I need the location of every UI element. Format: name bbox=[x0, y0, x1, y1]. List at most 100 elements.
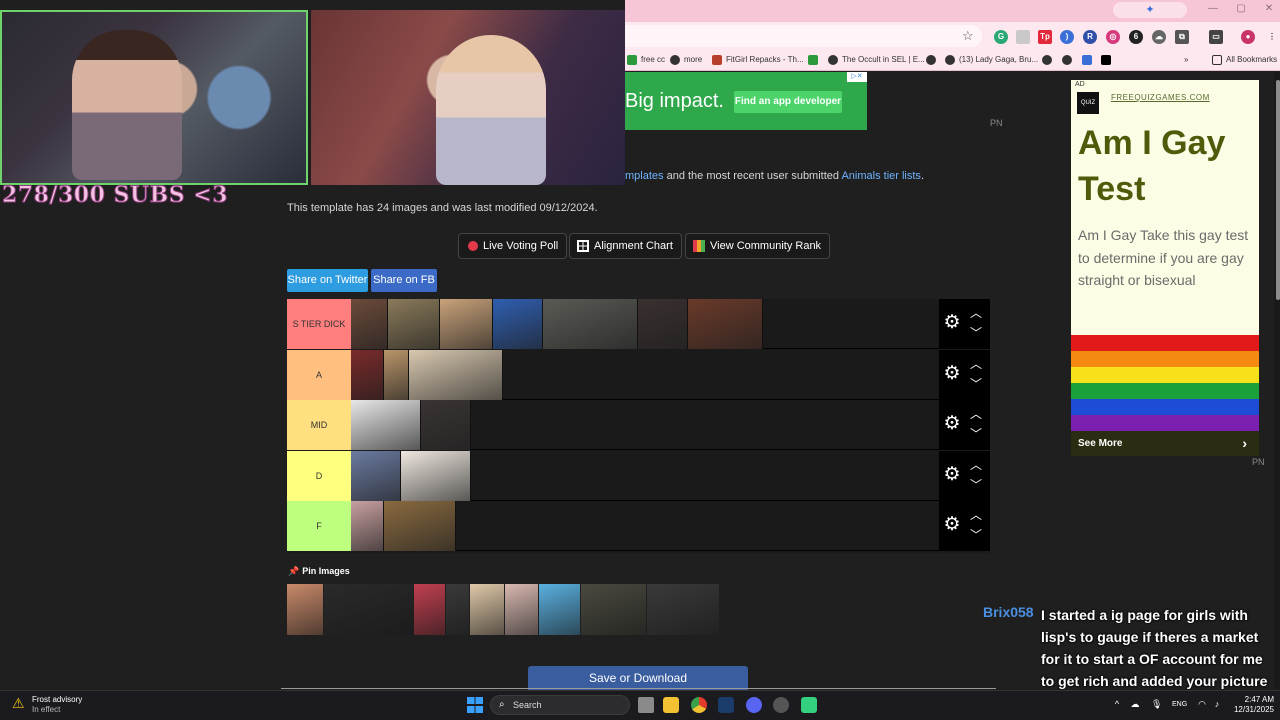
extension-icon[interactable]: G bbox=[994, 30, 1008, 44]
menu-kebab-icon[interactable]: ⋮ bbox=[1265, 30, 1279, 44]
bookmark-item[interactable] bbox=[926, 54, 940, 66]
pin-image[interactable] bbox=[414, 584, 446, 635]
tier-image[interactable] bbox=[493, 299, 543, 349]
tier-image[interactable] bbox=[440, 299, 493, 349]
wifi-icon[interactable]: ◠ bbox=[1197, 699, 1207, 709]
mic-icon[interactable]: 🎙 bbox=[1151, 699, 1162, 709]
chevron-up-icon[interactable]: ︿ bbox=[969, 459, 983, 471]
language-indicator[interactable]: ENG bbox=[1172, 701, 1187, 708]
tab-search-icon[interactable]: ▭ bbox=[1209, 30, 1223, 44]
bookmark-item[interactable] bbox=[808, 54, 822, 66]
tier-image[interactable] bbox=[351, 450, 401, 501]
bookmark-item[interactable]: more bbox=[670, 54, 702, 66]
tier-label[interactable]: F bbox=[287, 501, 351, 552]
pin-image[interactable] bbox=[324, 584, 414, 635]
tier-image[interactable] bbox=[351, 349, 384, 400]
ad-domain[interactable]: FREEQUIZGAMES.COM bbox=[1111, 93, 1210, 102]
extension-icon[interactable]: R bbox=[1083, 30, 1097, 44]
tier-image[interactable] bbox=[543, 299, 638, 349]
bookmark-item[interactable]: free cc bbox=[627, 54, 665, 66]
tier-image[interactable] bbox=[384, 501, 456, 552]
tier-label[interactable]: S TIER DICK bbox=[287, 299, 351, 349]
pin-image[interactable] bbox=[446, 584, 470, 635]
volume-icon[interactable]: ♪ bbox=[1212, 699, 1222, 709]
app-icon[interactable] bbox=[801, 697, 817, 713]
side-ad[interactable]: AD QUIZ FREEQUIZGAMES.COM Am I Gay Test … bbox=[1071, 80, 1259, 456]
minimize-icon[interactable]: — bbox=[1207, 3, 1219, 15]
pin-image[interactable] bbox=[287, 584, 324, 635]
tier-image[interactable] bbox=[384, 349, 409, 400]
tier-image[interactable] bbox=[351, 299, 388, 349]
gear-icon[interactable]: ⚙ bbox=[942, 414, 962, 434]
maximize-icon[interactable]: ▢ bbox=[1235, 3, 1247, 15]
weather-warning-icon[interactable]: ⚠ bbox=[12, 695, 28, 711]
app-icon[interactable] bbox=[773, 697, 789, 713]
chevron-down-icon[interactable]: ﹀ bbox=[969, 378, 983, 390]
alignment-chart-button[interactable]: Alignment Chart bbox=[569, 233, 682, 259]
file-explorer-icon[interactable] bbox=[663, 697, 679, 713]
clock-time[interactable]: 2:47 AM bbox=[1234, 695, 1274, 704]
tier-image[interactable] bbox=[688, 299, 763, 349]
extension-icon[interactable]: ) bbox=[1060, 30, 1074, 44]
bookmark-item[interactable] bbox=[1042, 54, 1056, 66]
extension-icon[interactable]: ☁ bbox=[1152, 30, 1166, 44]
extension-icon[interactable]: ◎ bbox=[1106, 30, 1120, 44]
scrollbar-thumb[interactable] bbox=[1276, 80, 1280, 300]
save-download-button[interactable]: Save or Download bbox=[528, 666, 748, 690]
taskbar-search-box[interactable] bbox=[490, 695, 630, 715]
address-bar[interactable] bbox=[625, 25, 982, 47]
share-fb-button[interactable]: Share on FB bbox=[371, 269, 437, 292]
tier-label[interactable]: MID bbox=[287, 400, 351, 451]
view-community-rank-button[interactable]: View Community Rank bbox=[685, 233, 831, 259]
pin-image[interactable] bbox=[505, 584, 539, 635]
ad-choices-icon[interactable]: ▷✕ bbox=[847, 72, 867, 82]
chrome-icon[interactable] bbox=[691, 697, 707, 713]
windows-start-icon[interactable] bbox=[467, 697, 483, 713]
banner-ad[interactable]: Big impact. Find an app developer bbox=[625, 72, 867, 130]
tier-image[interactable] bbox=[409, 349, 503, 400]
bookmark-item[interactable] bbox=[1101, 54, 1115, 66]
gemini-button[interactable]: ✦ bbox=[1113, 2, 1187, 18]
discord-icon[interactable] bbox=[746, 697, 762, 713]
tier-image[interactable] bbox=[401, 450, 471, 501]
tray-overflow-icon[interactable]: ^ bbox=[1112, 699, 1122, 709]
extension-icon[interactable] bbox=[1016, 30, 1030, 44]
steam-icon[interactable] bbox=[718, 697, 734, 713]
tier-image[interactable] bbox=[351, 501, 384, 552]
tier-image[interactable] bbox=[638, 299, 688, 349]
ad-title[interactable]: Am I Gay Test bbox=[1078, 120, 1254, 212]
tier-label[interactable]: A bbox=[287, 349, 351, 400]
clock-date[interactable]: 12/31/2025 bbox=[1228, 705, 1274, 714]
bookmark-item[interactable] bbox=[1082, 54, 1096, 66]
chevron-up-icon[interactable]: ︿ bbox=[969, 509, 983, 521]
extension-icon[interactable]: 6 bbox=[1129, 30, 1143, 44]
gear-icon[interactable]: ⚙ bbox=[942, 313, 962, 333]
templates-link[interactable]: mplates bbox=[625, 170, 664, 182]
tier-label[interactable]: D bbox=[287, 450, 351, 501]
bookmark-item[interactable]: (13) Lady Gaga, Bru... bbox=[945, 54, 1038, 66]
tier-image[interactable] bbox=[421, 400, 471, 451]
gear-icon[interactable]: ⚙ bbox=[942, 515, 962, 535]
see-more-button[interactable]: See More › bbox=[1071, 431, 1259, 456]
chevron-down-icon[interactable]: ﹀ bbox=[969, 529, 983, 541]
find-developer-button[interactable]: Find an app developer bbox=[734, 91, 842, 113]
gear-icon[interactable]: ⚙ bbox=[942, 363, 962, 384]
bookmark-item[interactable] bbox=[1062, 54, 1076, 66]
animals-tier-lists-link[interactable]: Animals tier lists bbox=[841, 170, 920, 182]
bookmark-item[interactable]: FitGirl Repacks - Th... bbox=[712, 54, 804, 66]
pin-image[interactable] bbox=[647, 584, 720, 635]
chevron-down-icon[interactable]: ﹀ bbox=[969, 479, 983, 491]
live-voting-poll-button[interactable]: Live Voting Poll bbox=[458, 233, 568, 259]
profile-avatar-icon[interactable]: ● bbox=[1241, 30, 1255, 44]
pin-image[interactable] bbox=[470, 584, 505, 635]
chevron-up-icon[interactable]: ︿ bbox=[969, 307, 983, 319]
extensions-puzzle-icon[interactable]: ⧉ bbox=[1175, 30, 1189, 44]
share-twitter-button[interactable]: Share on Twitter bbox=[287, 269, 368, 292]
chevron-up-icon[interactable]: ︿ bbox=[969, 408, 983, 420]
bookmark-item[interactable]: The Occult in SEL | E... bbox=[828, 54, 925, 66]
task-view-icon[interactable] bbox=[638, 697, 654, 713]
chevron-up-icon[interactable]: ︿ bbox=[969, 358, 983, 370]
chevron-down-icon[interactable]: ﹀ bbox=[969, 428, 983, 440]
tray-app-icon[interactable]: ☁ bbox=[1130, 699, 1140, 709]
tier-image[interactable] bbox=[388, 299, 440, 349]
